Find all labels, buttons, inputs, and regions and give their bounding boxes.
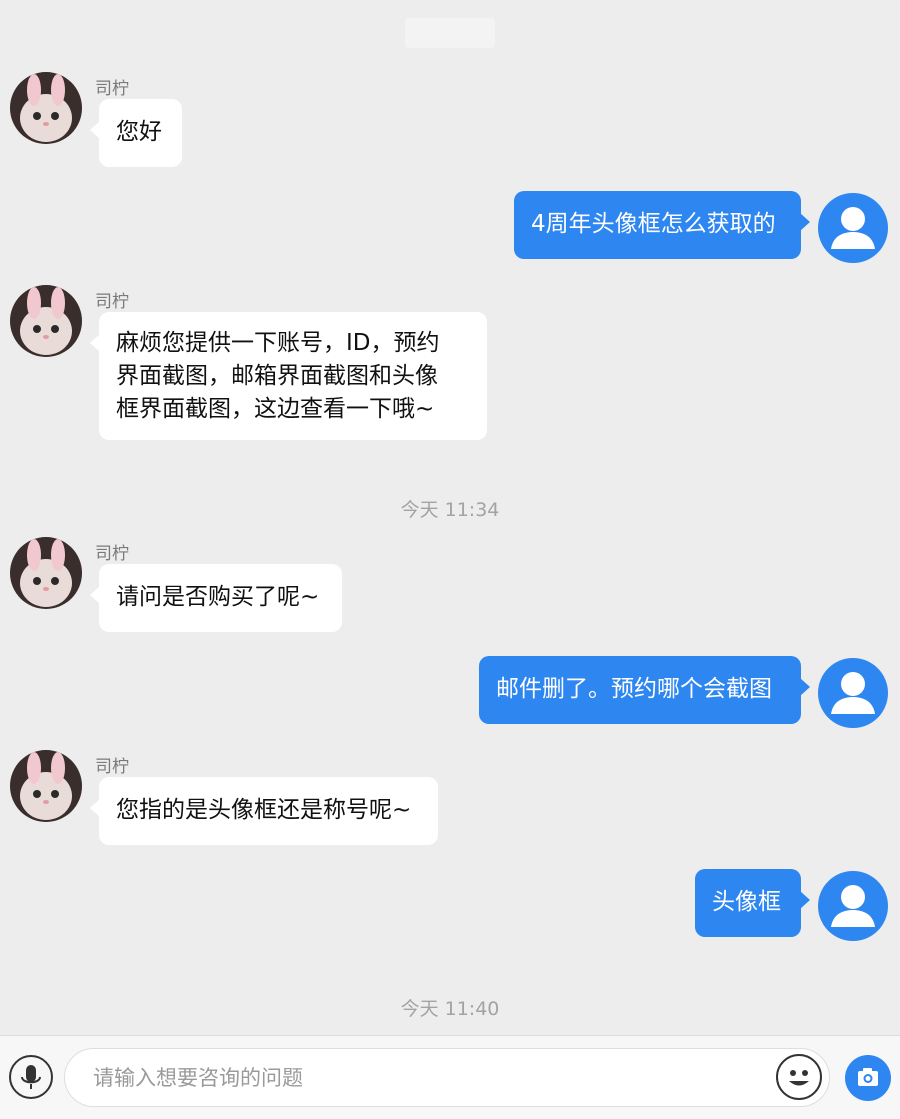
emoji-button[interactable] [776,1054,822,1100]
user-silhouette-icon [818,871,888,941]
message-bubble-user[interactable]: 邮件删了。预约哪个会截图 [479,656,810,724]
agent-avatar[interactable] [10,285,82,357]
agent-name: 司柠 [95,544,129,564]
chat-list[interactable]: 司柠 您好 4周年头像框怎么获取的 司柠 麻烦您提供一下账号，ID，预约 界面截… [0,0,900,1035]
microphone-icon [21,1065,41,1089]
message-bubble-user[interactable]: 头像框 [695,869,810,937]
camera-button[interactable] [845,1055,891,1101]
agent-name: 司柠 [95,757,129,777]
user-silhouette-icon [818,193,888,263]
agent-avatar[interactable] [10,72,82,144]
user-silhouette-icon [818,658,888,728]
voice-button[interactable] [9,1055,53,1099]
timestamp: 今天 11:40 [400,998,500,1020]
message-bubble-user[interactable]: 4周年头像框怎么获取的 [514,191,810,259]
message-line: 框界面截图，这边查看一下哦~ [116,396,435,422]
message-bubble-agent[interactable]: 麻烦您提供一下账号，ID，预约 界面截图，邮箱界面截图和头像 框界面截图，这边查… [90,312,487,440]
user-avatar[interactable] [817,192,889,264]
user-avatar[interactable] [817,657,889,729]
smiley-icon [789,1070,809,1086]
message-line: 界面截图，邮箱界面截图和头像 [116,363,438,389]
agent-avatar[interactable] [10,537,82,609]
message-bubble-agent[interactable]: 您指的是头像框还是称号呢~ [90,777,438,845]
user-avatar[interactable] [817,870,889,942]
message-bubble-agent[interactable]: 请问是否购买了呢~ [90,564,342,632]
agent-name: 司柠 [95,79,129,99]
agent-name: 司柠 [95,292,129,312]
agent-avatar[interactable] [10,750,82,822]
timestamp: 今天 11:34 [400,499,500,521]
input-bar [0,1035,900,1119]
message-line: 麻烦您提供一下账号，ID，预约 [116,330,440,356]
camera-icon [858,1068,878,1086]
message-input[interactable] [64,1048,830,1107]
message-bubble-agent[interactable]: 您好 [90,99,182,167]
